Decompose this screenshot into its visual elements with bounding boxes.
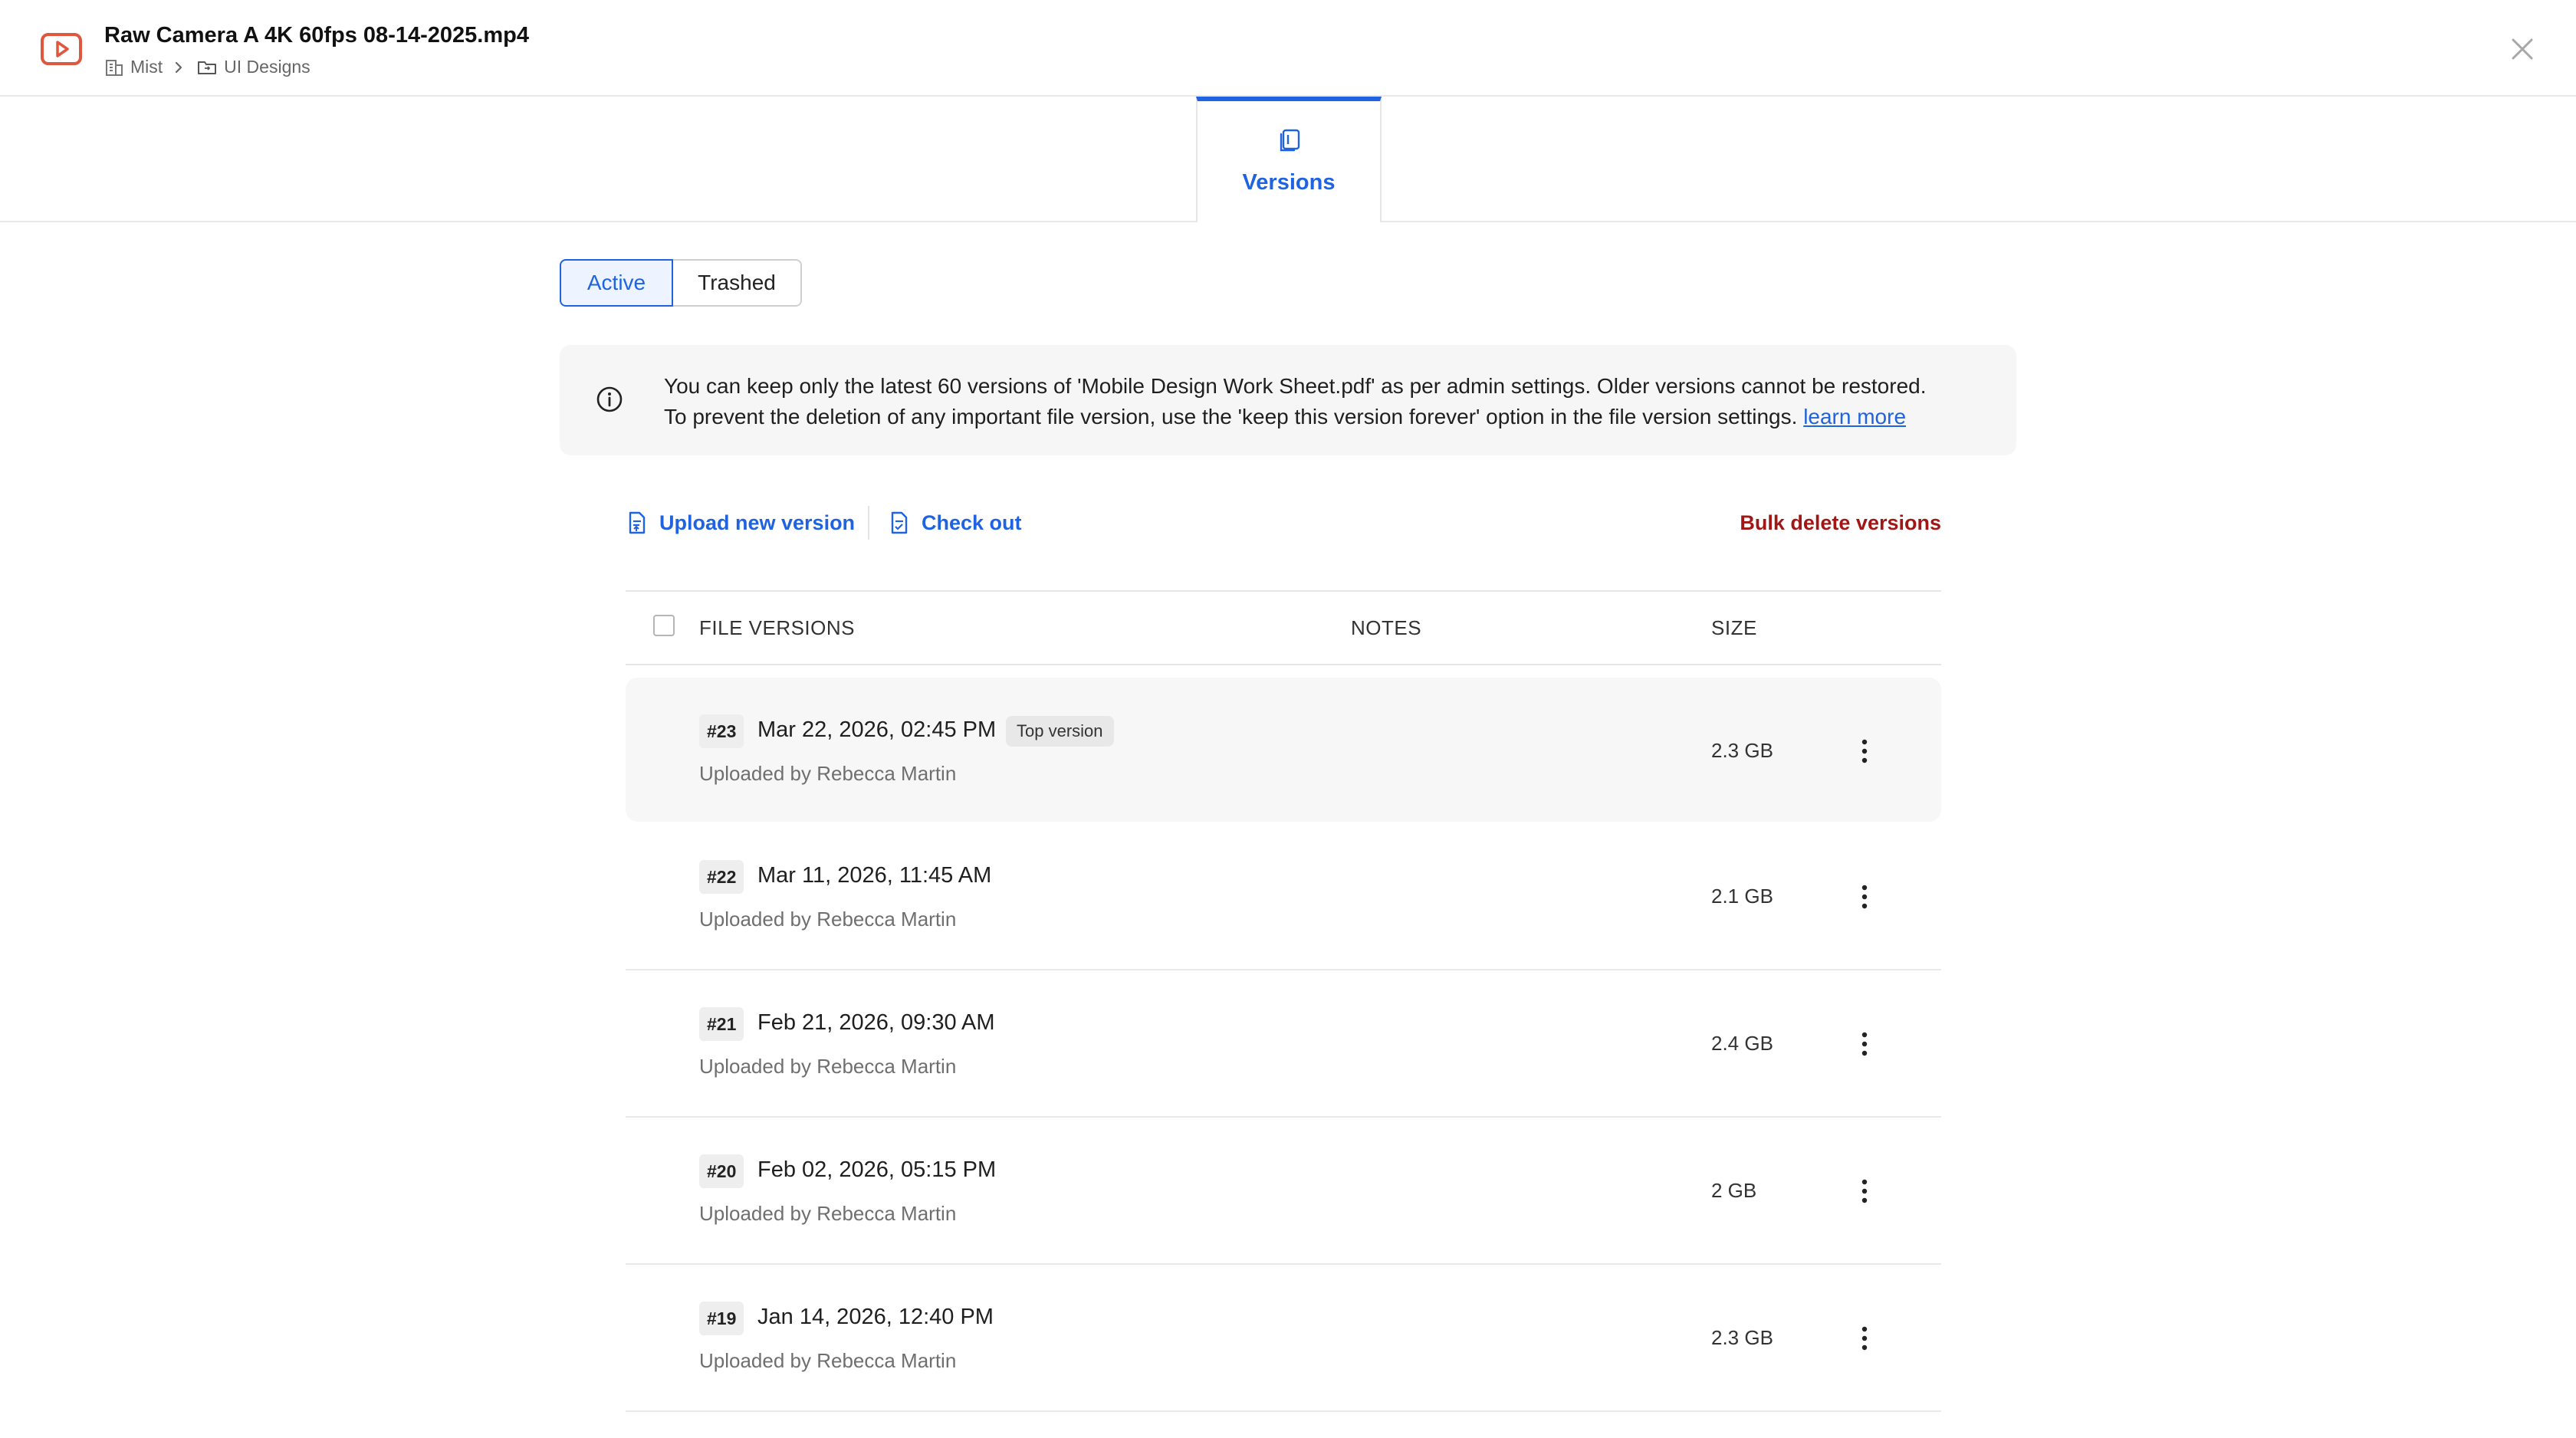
breadcrumb: Mist UI Designs bbox=[104, 57, 310, 77]
version-row[interactable]: #21 Feb 21, 2026, 09:30 AM Uploaded by R… bbox=[626, 970, 1941, 1118]
notice-line-2: To prevent the deletion of any important… bbox=[664, 402, 1927, 432]
breadcrumb-item-mist[interactable]: Mist bbox=[130, 57, 163, 77]
more-options-icon[interactable] bbox=[1852, 878, 1877, 915]
checkout-file-icon bbox=[891, 511, 908, 534]
notice-line-2-text: To prevent the deletion of any important… bbox=[664, 405, 1798, 428]
upload-new-version-label: Upload new version bbox=[659, 511, 856, 534]
more-options-icon[interactable] bbox=[1852, 1320, 1877, 1357]
close-icon[interactable] bbox=[2509, 35, 2536, 63]
version-filter-toggle: Active Trashed bbox=[560, 259, 802, 307]
version-date: Jan 14, 2026, 12:40 PM bbox=[757, 1305, 994, 1329]
version-uploader: Uploaded by Rebecca Martin bbox=[699, 1349, 957, 1372]
more-options-icon[interactable] bbox=[1852, 1026, 1877, 1062]
version-row[interactable]: #20 Feb 02, 2026, 05:15 PM Uploaded by R… bbox=[626, 1118, 1941, 1265]
version-uploader: Uploaded by Rebecca Martin bbox=[699, 1202, 957, 1225]
tab-bar: Versions bbox=[0, 97, 2576, 222]
notice-line-1: You can keep only the latest 60 versions… bbox=[664, 374, 1927, 398]
select-all-checkbox[interactable] bbox=[653, 615, 675, 636]
upload-file-icon bbox=[629, 511, 646, 534]
building-icon bbox=[106, 59, 123, 76]
upload-new-version-button[interactable]: Upload new version bbox=[626, 504, 855, 541]
more-options-icon[interactable] bbox=[1852, 1173, 1877, 1210]
version-number-badge: #23 bbox=[699, 714, 744, 748]
check-out-label: Check out bbox=[922, 511, 1022, 534]
version-size: 2.1 GB bbox=[1711, 885, 1773, 908]
file-title: Raw Camera A 4K 60fps 08-14-2025.mp4 bbox=[104, 23, 529, 48]
version-size: 2.3 GB bbox=[1711, 1326, 1773, 1349]
video-file-icon bbox=[41, 33, 82, 65]
version-uploader: Uploaded by Rebecca Martin bbox=[699, 762, 957, 785]
bulk-delete-versions-button[interactable]: Bulk delete versions bbox=[1740, 504, 1941, 541]
column-file-versions: FILE VERSIONS bbox=[699, 616, 855, 639]
filter-active-button[interactable]: Active bbox=[560, 259, 673, 307]
version-number-badge: #19 bbox=[699, 1302, 744, 1335]
versions-table-header: FILE VERSIONS NOTES SIZE bbox=[626, 590, 1941, 665]
version-row[interactable]: #19 Jan 14, 2026, 12:40 PM Uploaded by R… bbox=[626, 1265, 1941, 1412]
dialog-header: Raw Camera A 4K 60fps 08-14-2025.mp4 Mis… bbox=[0, 0, 2576, 97]
column-notes: NOTES bbox=[1351, 616, 1422, 639]
action-divider bbox=[868, 506, 869, 540]
version-size: 2.4 GB bbox=[1711, 1032, 1773, 1055]
folder-icon bbox=[198, 61, 217, 74]
version-uploader: Uploaded by Rebecca Martin bbox=[699, 908, 957, 931]
filter-trashed-button[interactable]: Trashed bbox=[673, 259, 802, 307]
versions-icon bbox=[1280, 129, 1300, 152]
version-size: 2.3 GB bbox=[1711, 739, 1773, 762]
info-icon bbox=[596, 386, 623, 412]
version-date: Mar 22, 2026, 02:45 PM bbox=[757, 717, 997, 742]
chevron-right-icon bbox=[176, 61, 182, 73]
tab-versions-label: Versions bbox=[1242, 170, 1336, 195]
version-number-badge: #21 bbox=[699, 1007, 744, 1041]
versions-list: #23 Mar 22, 2026, 02:45 PM Top version U… bbox=[626, 678, 1941, 1412]
top-version-tag: Top version bbox=[1006, 716, 1114, 747]
learn-more-link[interactable]: learn more bbox=[1803, 405, 1906, 428]
retention-notice: You can keep only the latest 60 versions… bbox=[560, 345, 2016, 455]
version-row[interactable]: #23 Mar 22, 2026, 02:45 PM Top version U… bbox=[626, 678, 1941, 822]
check-out-button[interactable]: Check out bbox=[888, 504, 1022, 541]
tab-versions[interactable]: Versions bbox=[1196, 97, 1382, 222]
column-size: SIZE bbox=[1711, 616, 1757, 639]
version-uploader: Uploaded by Rebecca Martin bbox=[699, 1055, 957, 1078]
version-date: Mar 11, 2026, 11:45 AM bbox=[757, 863, 992, 888]
version-number-badge: #22 bbox=[699, 860, 744, 894]
version-date: Feb 21, 2026, 09:30 AM bbox=[757, 1010, 995, 1035]
version-actions: Upload new version Check out Bulk delete… bbox=[626, 504, 1941, 541]
more-options-icon[interactable] bbox=[1852, 733, 1877, 770]
version-date: Feb 02, 2026, 05:15 PM bbox=[757, 1157, 997, 1182]
breadcrumb-item-ui-designs[interactable]: UI Designs bbox=[224, 57, 310, 77]
version-number-badge: #20 bbox=[699, 1154, 744, 1188]
version-size: 2 GB bbox=[1711, 1179, 1757, 1202]
version-row[interactable]: #22 Mar 11, 2026, 11:45 AM Uploaded by R… bbox=[626, 823, 1941, 970]
